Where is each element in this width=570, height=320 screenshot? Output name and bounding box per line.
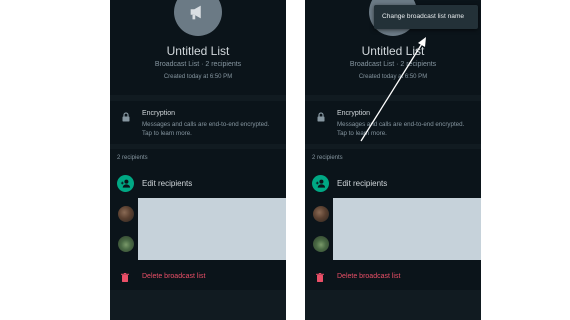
created-time: Created today at 6:50 PM <box>163 74 233 80</box>
recipient-avatar[interactable] <box>118 236 134 252</box>
change-name-menu-item[interactable]: Change broadcast list name <box>374 5 478 29</box>
edit-recipients-label: Edit recipients <box>337 179 388 188</box>
delete-broadcast-label[interactable]: Delete broadcast list <box>142 273 205 280</box>
trash-icon <box>316 273 324 282</box>
redacted-recipient-names <box>333 198 481 260</box>
lock-icon <box>122 112 130 122</box>
broadcast-avatar[interactable] <box>174 0 222 36</box>
trash-icon <box>121 273 129 282</box>
created-time: Created today at 6:50 PM <box>358 74 428 80</box>
recipients-count: 2 recipients <box>117 155 148 161</box>
edit-recipients-label: Edit recipients <box>142 179 193 188</box>
recipient-avatar[interactable] <box>118 206 134 222</box>
broadcast-title[interactable]: Untitled List <box>110 44 286 58</box>
recipients-count: 2 recipients <box>312 155 343 161</box>
redacted-recipient-names <box>138 198 286 260</box>
broadcast-title[interactable]: Untitled List <box>305 44 481 58</box>
encryption-row[interactable]: Encryption Messages and calls are end-to… <box>305 101 481 144</box>
encryption-text: Messages and calls are end-to-end encryp… <box>337 121 465 137</box>
add-person-icon <box>312 175 329 192</box>
broadcast-subtitle: Broadcast List · 2 recipients <box>349 61 437 68</box>
encryption-title: Encryption <box>142 110 176 117</box>
recipient-avatar[interactable] <box>313 236 329 252</box>
encryption-title: Encryption <box>337 110 371 117</box>
megaphone-icon <box>190 5 201 20</box>
encryption-text: Messages and calls are end-to-end encryp… <box>142 121 270 137</box>
broadcast-subtitle: Broadcast List · 2 recipients <box>154 61 242 68</box>
phone-screen-left: Untitled List Broadcast List · 2 recipie… <box>110 0 286 320</box>
edit-recipients-row[interactable]: Edit recipients <box>110 172 286 194</box>
phone-screen-right: Untitled List Broadcast List · 2 recipie… <box>305 0 481 320</box>
lock-icon <box>317 112 325 122</box>
edit-recipients-row[interactable]: Edit recipients <box>305 172 481 194</box>
add-person-icon <box>117 175 134 192</box>
encryption-row[interactable]: Encryption Messages and calls are end-to… <box>110 101 286 144</box>
delete-broadcast-label[interactable]: Delete broadcast list <box>337 273 400 280</box>
group-info-header: Untitled List Broadcast List · 2 recipie… <box>110 0 286 95</box>
recipient-avatar[interactable] <box>313 206 329 222</box>
